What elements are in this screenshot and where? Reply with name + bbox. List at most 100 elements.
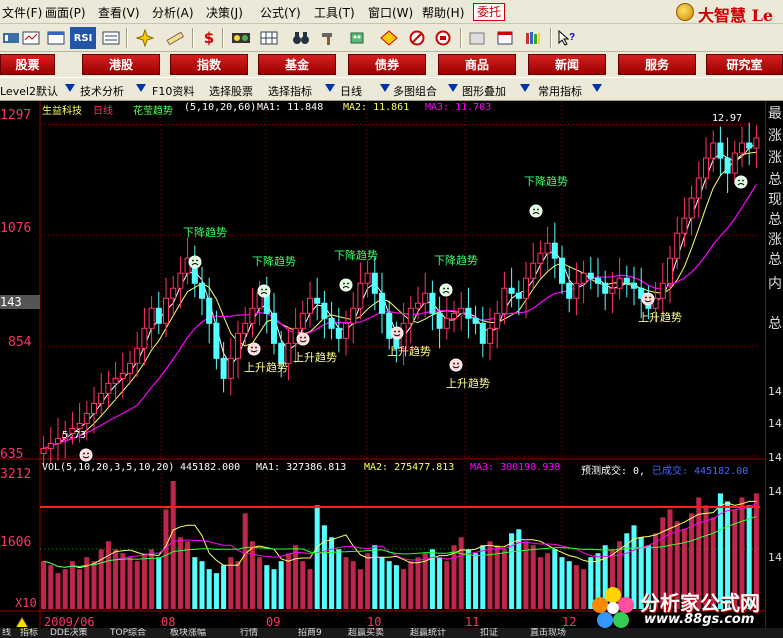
report-icon[interactable] xyxy=(20,27,42,49)
menu-file[interactable]: 文件(F) xyxy=(2,4,42,21)
side-label: 涨 xyxy=(768,128,782,144)
candle-body xyxy=(54,437,62,444)
candle-body xyxy=(630,282,638,289)
dropdown-arrow-icon[interactable] xyxy=(380,84,390,92)
menu-tools[interactable]: 工具(T) xyxy=(314,4,355,21)
nav-stocks[interactable]: 股票 xyxy=(0,54,55,75)
tab-kouzheng[interactable]: 扣证 xyxy=(480,628,498,638)
help-cursor-icon[interactable]: ? xyxy=(556,27,578,49)
kline-chart[interactable]: 下降趋势下降趋势 下降趋势 下降趋势下降趋势上升趋势上升趋势 上升趋势上升趋势上升趋势 xyxy=(0,101,765,638)
volume-bar xyxy=(401,569,407,609)
hammer-icon[interactable] xyxy=(318,27,340,49)
smiley-up-icon xyxy=(79,448,93,462)
dropdown-arrow-icon[interactable] xyxy=(592,84,602,92)
indicator-name: 花莹趋势 xyxy=(133,106,173,117)
ma1-value: MA1: 11.848 xyxy=(257,102,324,113)
candle-body xyxy=(551,242,558,259)
nav-research[interactable]: 研究室 xyxy=(706,54,783,75)
daily-line[interactable]: 日线 xyxy=(340,83,362,99)
tab-live[interactable]: 直击现场 xyxy=(530,628,566,638)
candle-body xyxy=(623,277,630,284)
multi-chart[interactable]: 多图组合 xyxy=(393,83,437,99)
menu-view[interactable]: 查看(V) xyxy=(98,4,140,21)
common-indicators[interactable]: 常用指标 xyxy=(538,83,582,99)
grid-icon[interactable] xyxy=(258,27,280,49)
menu-formula[interactable]: 公式(Y) xyxy=(260,4,301,21)
menu-help[interactable]: 帮助(H) xyxy=(422,4,464,21)
marker-eye xyxy=(261,288,263,291)
chart-type-icon[interactable] xyxy=(0,27,22,49)
calendar-icon[interactable] xyxy=(494,27,516,49)
dropdown-arrow-icon[interactable] xyxy=(136,84,146,92)
level2-default[interactable]: Level2默认 xyxy=(0,83,58,99)
tab-stats[interactable]: 超赢统计 xyxy=(410,628,446,638)
nav-bonds[interactable]: 债券 xyxy=(348,54,426,75)
marker-face xyxy=(79,448,93,462)
volume-bar xyxy=(523,541,529,609)
robot-icon[interactable] xyxy=(346,27,368,49)
volume-bar xyxy=(156,557,162,609)
tab-line[interactable]: 线 xyxy=(2,628,11,638)
candle-body xyxy=(465,307,472,319)
candle-body xyxy=(407,307,414,324)
tab-top[interactable]: TOP综合 xyxy=(110,628,146,638)
nav-news[interactable]: 新闻 xyxy=(528,54,606,75)
nav-hk-stocks[interactable]: 港股 xyxy=(82,54,160,75)
rsi-icon[interactable]: RSI xyxy=(70,27,96,49)
nav-index[interactable]: 指数 xyxy=(170,54,248,75)
tab-sector[interactable]: 板块涨幅 xyxy=(170,628,206,638)
volume-bar xyxy=(487,541,493,609)
candle-body xyxy=(90,402,98,414)
stop-icon[interactable] xyxy=(432,27,454,49)
tab-dde[interactable]: DDE决策 xyxy=(50,628,88,638)
tech-analysis[interactable]: 技术分析 xyxy=(80,83,124,99)
side-label: 涨 xyxy=(768,232,782,248)
volume-bar xyxy=(494,545,500,609)
candle-body xyxy=(155,307,162,324)
indicator-params: (5,10,20,60) xyxy=(184,102,257,113)
chart-area[interactable]: 下降趋势 下降趋势 下降趋势 下降趋势 下降趋势 上升趋势 上升趋势 上升趋势 上升趋势 上升趋势… xyxy=(0,101,783,638)
marker-eye xyxy=(443,287,445,290)
no-symbol-icon[interactable] xyxy=(406,27,428,49)
dropdown-arrow-icon[interactable] xyxy=(325,84,335,92)
select-stock[interactable]: 选择股票 xyxy=(209,83,253,99)
marker-eye xyxy=(533,208,535,211)
note-icon[interactable] xyxy=(466,27,488,49)
select-indicator[interactable]: 选择指标 xyxy=(268,83,312,99)
menu-view-screen[interactable]: 画面(P) xyxy=(45,4,86,21)
nav-commodities[interactable]: 商品 xyxy=(438,54,516,75)
binoculars-icon[interactable] xyxy=(290,27,312,49)
volume-bar xyxy=(552,549,558,609)
books-icon[interactable] xyxy=(522,27,544,49)
entrust-button[interactable]: 委托 xyxy=(473,3,505,21)
dropdown-arrow-icon[interactable] xyxy=(65,84,75,92)
candle-body xyxy=(530,262,537,279)
nav-services[interactable]: 服务 xyxy=(618,54,696,75)
tab-buysell[interactable]: 超赢买卖 xyxy=(348,628,384,638)
tab-zhaoshang[interactable]: 招商9 xyxy=(298,628,322,638)
ruler-icon[interactable] xyxy=(164,27,186,49)
diamond-icon[interactable] xyxy=(378,27,400,49)
dollar-icon[interactable]: $ xyxy=(198,27,220,49)
list-icon[interactable] xyxy=(100,27,122,49)
menu-window[interactable]: 窗口(W) xyxy=(368,4,413,21)
nav-funds[interactable]: 基金 xyxy=(258,54,336,75)
tab-indicator[interactable]: 指标 xyxy=(20,628,38,638)
crosshair-icon[interactable] xyxy=(134,27,156,49)
tape-icon[interactable] xyxy=(230,27,252,49)
volume-bar xyxy=(77,569,83,609)
menu-decision[interactable]: 决策(J) xyxy=(206,4,243,21)
chart-overlay[interactable]: 图形叠加 xyxy=(462,83,506,99)
candle-body xyxy=(537,252,544,264)
f10-info[interactable]: F10资料 xyxy=(152,83,194,99)
candle-body xyxy=(342,322,350,339)
tab-quotes[interactable]: 行情 xyxy=(240,628,258,638)
traded-volume: 已成交: 445182.00 xyxy=(652,466,749,477)
candle-body xyxy=(609,287,616,294)
dropdown-arrow-icon[interactable] xyxy=(448,84,458,92)
dropdown-arrow-icon[interactable] xyxy=(520,84,530,92)
marker-face xyxy=(529,204,543,218)
candle-body xyxy=(126,362,134,374)
window-icon[interactable] xyxy=(45,27,67,49)
menu-analysis[interactable]: 分析(A) xyxy=(152,4,194,21)
